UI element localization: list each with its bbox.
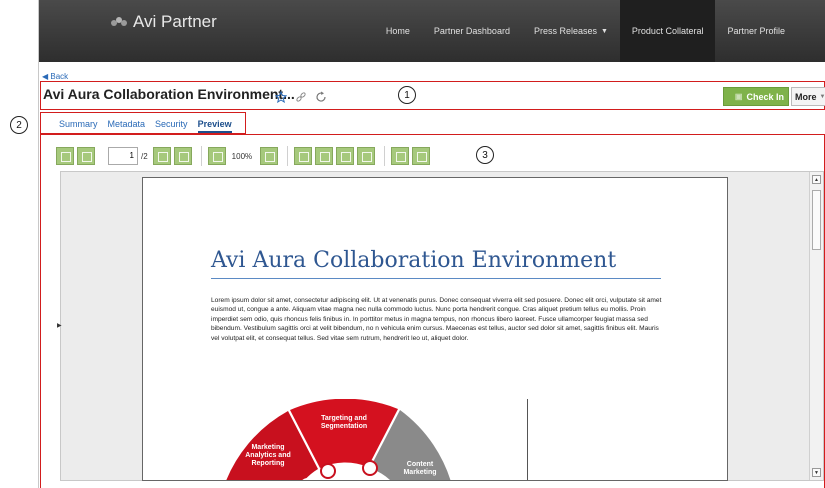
scroll-up-icon[interactable]: ▲	[812, 175, 821, 184]
marketing-wheel-diagram: Targeting and Segmentation Marketing Ana…	[226, 398, 451, 480]
viewer-toolbar: 1 /2 100%	[56, 145, 433, 167]
side-panel-toggle-icon[interactable]: ▶	[57, 322, 62, 329]
scroll-down-icon[interactable]: ▼	[812, 468, 821, 477]
svg-text:Targeting and: Targeting and	[321, 415, 367, 422]
callout-3: 3	[476, 146, 494, 164]
lock-icon: ▣	[734, 92, 743, 101]
toolbar-divider	[287, 146, 289, 166]
tab-preview[interactable]: Preview	[197, 119, 232, 133]
rotate-right-icon[interactable]	[412, 147, 431, 165]
brand[interactable]: Avi Partner	[111, 12, 217, 32]
document-tabs: Summary Metadata Security Preview	[59, 119, 232, 133]
chevron-down-icon: ▼	[819, 93, 825, 100]
zoom-in-icon[interactable]	[260, 147, 279, 165]
nav-partner-profile[interactable]: Partner Profile	[715, 0, 825, 62]
zoom-select-icon[interactable]	[357, 147, 376, 165]
page-total: /2	[141, 151, 148, 161]
document-body-text: Lorem ipsum dolor sit amet, consectetur …	[211, 297, 662, 342]
svg-text:Segmentation: Segmentation	[321, 423, 367, 430]
title-actions	[275, 91, 327, 103]
brand-name: Avi Partner	[133, 12, 217, 31]
page: Avi Partner Home Partner Dashboard Press…	[0, 0, 825, 488]
tabs-highlight: Summary Metadata Security Preview	[40, 112, 246, 134]
nav-product-collateral[interactable]: Product Collateral	[619, 0, 716, 62]
document-title: Avi Aura Collaboration Environment...	[43, 86, 295, 102]
zoom-out-icon[interactable]	[207, 147, 226, 165]
callout-1: 1	[398, 86, 416, 104]
back-link[interactable]: ◀ Back	[42, 72, 68, 81]
check-in-button[interactable]: ▣ Check In	[723, 87, 789, 106]
svg-text:Marketing: Marketing	[251, 444, 284, 451]
previous-page-icon[interactable]	[77, 147, 95, 165]
fit-page-icon[interactable]	[294, 147, 313, 165]
svg-text:Content: Content	[407, 461, 434, 468]
main-nav: Home Partner Dashboard Press Releases ▼ P…	[374, 0, 825, 62]
fit-width-icon[interactable]	[315, 147, 334, 165]
tab-summary[interactable]: Summary	[59, 119, 98, 133]
marketing-graphic: Targeting and Segmentation Marketing Ana…	[208, 398, 528, 480]
nav-press-releases[interactable]: Press Releases ▼	[522, 0, 620, 62]
rotate-left-icon[interactable]	[391, 147, 410, 165]
last-page-icon[interactable]	[173, 147, 192, 165]
next-page-icon[interactable]	[152, 147, 171, 165]
toolbar-divider	[200, 146, 202, 166]
caret-down-icon: ▼	[600, 27, 608, 35]
more-menu-button[interactable]: More ▼	[791, 87, 825, 106]
callout-2: 2	[10, 116, 28, 134]
page-number-input[interactable]: 1	[108, 147, 138, 165]
page-left-rule	[38, 0, 39, 488]
zoom-level: 100%	[231, 151, 253, 161]
star-icon[interactable]	[275, 91, 287, 103]
tab-security[interactable]: Security	[155, 119, 188, 133]
svg-text:Marketing: Marketing	[403, 469, 436, 476]
toolbar-divider	[384, 146, 386, 166]
people-icon	[111, 16, 127, 28]
heading-underline	[211, 278, 661, 279]
tab-metadata[interactable]: Metadata	[108, 119, 146, 133]
chevron-left-icon: ◀	[42, 72, 49, 81]
svg-text:Analytics and: Analytics and	[245, 452, 291, 459]
document-heading: Avi Aura Collaboration Environment	[211, 248, 617, 273]
title-bar-highlight: Avi Aura Collaboration Environment... ▣ …	[40, 81, 825, 110]
link-icon[interactable]	[295, 91, 307, 103]
nav-home[interactable]: Home	[374, 0, 422, 62]
first-page-icon[interactable]	[56, 147, 74, 165]
document-page: Avi Aura Collaboration Environment Lorem…	[142, 177, 728, 481]
actual-size-icon[interactable]	[336, 147, 355, 165]
svg-text:Reporting: Reporting	[251, 460, 284, 467]
scroll-thumb[interactable]	[812, 190, 821, 250]
nav-partner-dashboard[interactable]: Partner Dashboard	[422, 0, 522, 62]
viewer-scrollbar[interactable]: ▲ ▼	[809, 172, 823, 480]
top-header: Avi Partner Home Partner Dashboard Press…	[39, 0, 825, 62]
refresh-icon[interactable]	[315, 91, 327, 103]
